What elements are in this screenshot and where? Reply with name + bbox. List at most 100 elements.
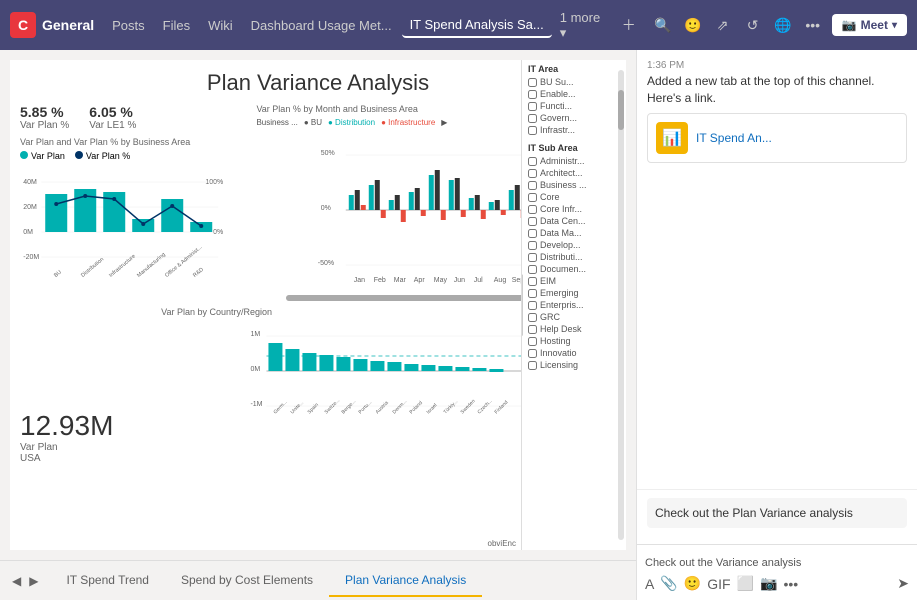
- business-area-chart: 40M 20M 0M -20M 100% 0%: [20, 164, 246, 284]
- nav-posts[interactable]: Posts: [104, 14, 153, 37]
- bar-chart-label: Var Plan and Var Plan % by Business Area: [20, 137, 246, 147]
- meet-chat-icon[interactable]: 📷: [760, 575, 777, 592]
- legend-more-icon[interactable]: ▶: [441, 118, 447, 127]
- svg-text:Infrastructure: Infrastructure: [108, 253, 137, 278]
- powerbi-card-icon: 📊: [656, 122, 688, 154]
- meet-chevron-icon: ▾: [892, 20, 897, 31]
- team-logo: C: [10, 12, 36, 38]
- svg-text:Poland: Poland: [409, 400, 424, 415]
- svg-text:Jul: Jul: [474, 277, 483, 284]
- emoji-icon[interactable]: 🙂: [684, 575, 701, 592]
- nav-files[interactable]: Files: [155, 14, 198, 37]
- nav-dashboard[interactable]: Dashboard Usage Met...: [243, 14, 400, 37]
- topbar-icons: 🔍 🙂 ⇗ ↺ 🌐 ••• 📷 Meet ▾: [652, 14, 907, 36]
- filter-infrastr[interactable]: Infrastr...: [528, 125, 620, 135]
- filter-documen[interactable]: Documen...: [528, 264, 620, 274]
- svg-text:Austria: Austria: [375, 400, 390, 415]
- filter-architect[interactable]: Architect...: [528, 168, 620, 178]
- more-chat-icon[interactable]: •••: [783, 576, 798, 592]
- filter-innovation[interactable]: Innovatio: [528, 348, 620, 358]
- add-tab-icon[interactable]: ＋: [618, 15, 640, 35]
- svg-text:0%: 0%: [213, 229, 223, 236]
- svg-text:Jun: Jun: [454, 277, 465, 284]
- chat-input-label: Check out the Variance analysis: [645, 553, 909, 571]
- send-button[interactable]: ➤: [897, 575, 909, 592]
- nav-more[interactable]: 1 more ▾: [554, 6, 616, 45]
- filter-functi[interactable]: Functi...: [528, 101, 620, 111]
- bar-legend: Var Plan Var Plan %: [20, 151, 246, 161]
- filter-data-cen[interactable]: Data Cen...: [528, 216, 620, 226]
- refresh-icon[interactable]: ↺: [742, 17, 764, 34]
- filter-enterpris[interactable]: Enterpris...: [528, 300, 620, 310]
- it-area-title: IT Area: [528, 64, 620, 74]
- svg-text:Germ...: Germ...: [273, 400, 289, 416]
- topbar: C General Posts Files Wiki Dashboard Usa…: [0, 0, 917, 50]
- format-icon[interactable]: A: [645, 576, 654, 592]
- meet-button[interactable]: 📷 Meet ▾: [832, 14, 907, 36]
- content-panel: Plan Variance Analysis 5.85 % Var Plan %: [0, 50, 637, 600]
- svg-text:R&D: R&D: [192, 267, 205, 279]
- filters-scrollbar[interactable]: [618, 70, 624, 540]
- search-icon[interactable]: 🔍: [652, 17, 674, 34]
- filter-core-infr[interactable]: Core Infr...: [528, 204, 620, 214]
- filter-bu-su[interactable]: BU Su...: [528, 77, 620, 87]
- tab-plan-variance[interactable]: Plan Variance Analysis: [329, 565, 482, 597]
- svg-text:Switze...: Switze...: [324, 398, 342, 416]
- svg-text:-20M: -20M: [23, 254, 39, 261]
- filter-helpdesk[interactable]: Help Desk: [528, 324, 620, 334]
- nav-wiki[interactable]: Wiki: [200, 14, 241, 37]
- card-link-it-spend[interactable]: 📊 IT Spend An...: [647, 113, 907, 163]
- camera-icon: 📷: [842, 18, 857, 32]
- legend-distribution: ● Distribution: [328, 118, 375, 127]
- svg-text:Sweden: Sweden: [460, 399, 477, 416]
- attachment-icon[interactable]: 📎: [660, 575, 677, 592]
- svg-text:0M: 0M: [251, 366, 261, 373]
- filter-core[interactable]: Core: [528, 192, 620, 202]
- filter-data-ma[interactable]: Data Ma...: [528, 228, 620, 238]
- tab-spend-by-cost[interactable]: Spend by Cost Elements: [165, 565, 329, 597]
- filters-tab[interactable]: Filters: [521, 274, 523, 335]
- plan-variance-dashboard: Plan Variance Analysis 5.85 % Var Plan %: [10, 60, 626, 550]
- legend-infrastructure: ● Infrastructure: [381, 118, 435, 127]
- tab-prev-arrow[interactable]: ◀: [10, 572, 23, 590]
- branding-tag: obviEnc: [488, 539, 516, 548]
- filter-hosting[interactable]: Hosting: [528, 336, 620, 346]
- chat-input-area: Check out the Variance analysis A 📎 🙂 GI…: [637, 544, 917, 600]
- svg-text:-1M: -1M: [251, 401, 263, 408]
- svg-text:Aug: Aug: [494, 277, 507, 284]
- filter-licensing[interactable]: Licensing: [528, 360, 620, 370]
- filters-panel: Filters IT Area BU Su... Enable... Funct…: [521, 60, 626, 550]
- main-layout: Plan Variance Analysis 5.85 % Var Plan %: [0, 50, 917, 600]
- svg-text:Manufacturing: Manufacturing: [136, 252, 167, 279]
- svg-text:Czech...: Czech...: [477, 399, 494, 416]
- nav-it-spend[interactable]: IT Spend Analysis Sa...: [402, 13, 552, 38]
- filter-develop[interactable]: Develop...: [528, 240, 620, 250]
- filter-eim[interactable]: EIM: [528, 276, 620, 286]
- filter-distributi[interactable]: Distributi...: [528, 252, 620, 262]
- it-sub-area-title: IT Sub Area: [528, 143, 620, 153]
- filter-govern[interactable]: Govern...: [528, 113, 620, 123]
- chat-messages-area: 1:36 PM Added a new tab at the top of th…: [637, 50, 917, 489]
- legend-bu: ● BU: [304, 118, 322, 127]
- svg-text:BU: BU: [53, 269, 63, 279]
- filter-grc[interactable]: GRC: [528, 312, 620, 322]
- svg-text:20M: 20M: [23, 204, 37, 211]
- reaction-icon[interactable]: 🙂: [682, 17, 704, 34]
- share-icon[interactable]: ⇗: [712, 17, 734, 34]
- kpi-var-le1: 6.05 % Var LE1 %: [89, 104, 136, 131]
- tab-navigation: IT Spend Trend Spend by Cost Elements Pl…: [50, 565, 482, 597]
- filter-business[interactable]: Business ...: [528, 180, 620, 190]
- svg-text:40M: 40M: [23, 179, 37, 186]
- svg-text:Feb: Feb: [374, 277, 386, 284]
- filter-emerging[interactable]: Emerging: [528, 288, 620, 298]
- powerbi-embed[interactable]: Plan Variance Analysis 5.85 % Var Plan %: [0, 50, 636, 600]
- filter-administr[interactable]: Administr...: [528, 156, 620, 166]
- svg-text:Denm...: Denm...: [392, 399, 409, 416]
- tab-next-arrow[interactable]: ▶: [27, 572, 40, 590]
- globe-icon[interactable]: 🌐: [772, 17, 794, 34]
- sticker-icon[interactable]: ⬜: [737, 575, 754, 592]
- more-options-icon[interactable]: •••: [802, 17, 824, 33]
- filter-enable[interactable]: Enable...: [528, 89, 620, 99]
- gif-icon[interactable]: GIF: [707, 576, 730, 592]
- tab-it-spend-trend[interactable]: IT Spend Trend: [50, 565, 165, 597]
